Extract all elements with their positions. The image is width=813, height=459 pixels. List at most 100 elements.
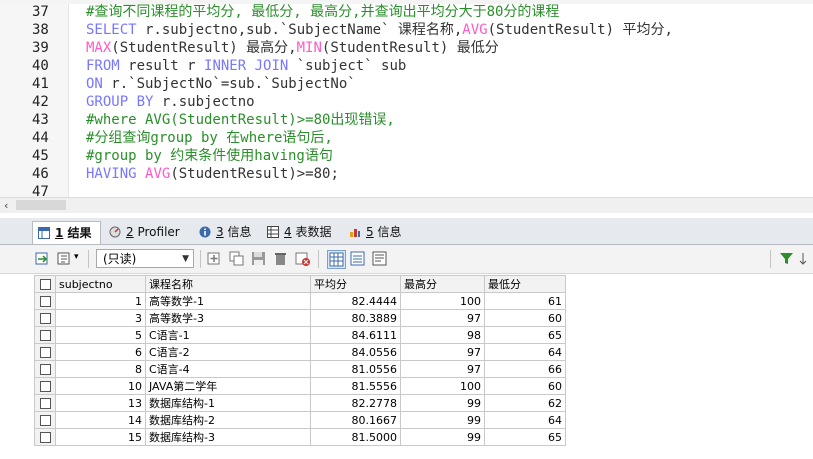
- table-cell[interactable]: 62: [484, 394, 566, 412]
- export-icon[interactable]: [34, 250, 51, 267]
- table-cell[interactable]: 84.0556: [310, 343, 401, 361]
- table-cell[interactable]: 61: [484, 292, 566, 310]
- row-checkbox[interactable]: [34, 292, 56, 310]
- table-cell[interactable]: JAVA第二学年: [145, 377, 311, 395]
- table-cell[interactable]: C语言-2: [145, 343, 311, 361]
- table-row[interactable]: 1 高等数学-1 82.4444 100 61: [34, 292, 566, 310]
- code-line[interactable]: 46 HAVING AVG(StudentResult)>=80;: [0, 165, 813, 183]
- tab-info-2[interactable]: 5 信息: [344, 221, 409, 243]
- tab-table-data[interactable]: 4 表数据: [262, 221, 339, 243]
- column-header[interactable]: 平均分: [310, 275, 401, 293]
- table-cell[interactable]: 100: [400, 292, 485, 310]
- result-grid[interactable]: subjectno 课程名称 平均分 最高分 最低分 1 高等数学-1 82.444…: [34, 275, 566, 446]
- mode-select[interactable]: (只读) ▼: [96, 249, 194, 268]
- table-cell[interactable]: 8: [55, 360, 146, 378]
- cancel-changes-icon[interactable]: [294, 250, 311, 267]
- code-line[interactable]: 38 SELECT r.subjectno,sub.`SubjectName` 课…: [0, 21, 813, 39]
- filter-icon[interactable]: [778, 250, 795, 267]
- code-line[interactable]: 44 #分组查询group by 在where语句后,: [0, 129, 813, 147]
- table-cell[interactable]: 60: [484, 377, 566, 395]
- table-cell[interactable]: 6: [55, 343, 146, 361]
- row-checkbox[interactable]: [34, 411, 56, 429]
- table-cell[interactable]: 14: [55, 411, 146, 429]
- code-line[interactable]: 39 MAX(StudentResult) 最高分,MIN(StudentResu…: [0, 39, 813, 57]
- table-cell[interactable]: 66: [484, 360, 566, 378]
- column-header[interactable]: subjectno: [55, 275, 146, 293]
- table-cell[interactable]: 数据库结构-1: [145, 394, 311, 412]
- table-cell[interactable]: 64: [484, 411, 566, 429]
- select-all-checkbox[interactable]: [34, 275, 56, 293]
- text-view-icon[interactable]: [371, 250, 388, 267]
- add-row-icon[interactable]: [206, 250, 223, 267]
- table-cell[interactable]: 97: [400, 343, 485, 361]
- table-cell[interactable]: C语言-1: [145, 326, 311, 344]
- table-row[interactable]: 8 C语言-4 81.0556 97 66: [34, 360, 566, 378]
- grid-view-icon[interactable]: [327, 250, 346, 269]
- column-header[interactable]: 最低分: [484, 275, 566, 293]
- editor-horizontal-scrollbar[interactable]: ‹: [0, 197, 813, 213]
- code-line[interactable]: 42 GROUP BY r.subjectno: [0, 93, 813, 111]
- table-cell[interactable]: 100: [400, 377, 485, 395]
- table-cell[interactable]: 15: [55, 428, 146, 446]
- row-checkbox[interactable]: [34, 343, 56, 361]
- row-checkbox[interactable]: [34, 360, 56, 378]
- table-row[interactable]: 3 高等数学-3 80.3889 97 60: [34, 309, 566, 327]
- tab-info[interactable]: 3 信息: [194, 221, 259, 243]
- table-cell[interactable]: C语言-4: [145, 360, 311, 378]
- table-cell[interactable]: 65: [484, 428, 566, 446]
- save-icon[interactable]: [250, 250, 267, 267]
- scroll-left-icon[interactable]: ‹: [4, 198, 8, 213]
- table-cell[interactable]: 数据库结构-3: [145, 428, 311, 446]
- row-checkbox[interactable]: [34, 394, 56, 412]
- table-row[interactable]: 15 数据库结构-3 81.5000 99 65: [34, 428, 566, 446]
- table-row[interactable]: 6 C语言-2 84.0556 97 64: [34, 343, 566, 361]
- table-cell[interactable]: 81.5000: [310, 428, 401, 446]
- row-checkbox[interactable]: [34, 326, 56, 344]
- column-header[interactable]: 最高分: [400, 275, 485, 293]
- form-view-icon[interactable]: [349, 250, 366, 267]
- import-icon[interactable]: [56, 250, 73, 267]
- row-checkbox[interactable]: [34, 309, 56, 327]
- table-cell[interactable]: 81.5556: [310, 377, 401, 395]
- table-cell[interactable]: 81.0556: [310, 360, 401, 378]
- tab-result[interactable]: 1 结果: [32, 221, 101, 244]
- tab-profiler[interactable]: 2 Profiler: [104, 221, 188, 243]
- table-cell[interactable]: 5: [55, 326, 146, 344]
- table-cell[interactable]: 82.2778: [310, 394, 401, 412]
- table-cell[interactable]: 99: [400, 428, 485, 446]
- table-cell[interactable]: 1: [55, 292, 146, 310]
- table-cell[interactable]: 60: [484, 309, 566, 327]
- table-cell[interactable]: 99: [400, 411, 485, 429]
- column-header[interactable]: 课程名称: [145, 275, 311, 293]
- table-cell[interactable]: 80.1667: [310, 411, 401, 429]
- sort-icon[interactable]: [798, 250, 813, 267]
- code-line[interactable]: 45 #group by 约束条件使用having语句: [0, 147, 813, 165]
- table-cell[interactable]: 99: [400, 394, 485, 412]
- delete-icon[interactable]: [272, 250, 289, 267]
- code-line[interactable]: 43 #where AVG(StudentResult)>=80出现错误,: [0, 111, 813, 129]
- table-cell[interactable]: 65: [484, 326, 566, 344]
- table-cell[interactable]: 数据库结构-2: [145, 411, 311, 429]
- code-line[interactable]: 41 ON r.`SubjectNo`=sub.`SubjectNo`: [0, 75, 813, 93]
- row-checkbox[interactable]: [34, 377, 56, 395]
- table-cell[interactable]: 10: [55, 377, 146, 395]
- table-cell[interactable]: 3: [55, 309, 146, 327]
- chevron-down-icon[interactable]: ▾: [74, 252, 79, 262]
- table-cell[interactable]: 98: [400, 326, 485, 344]
- table-cell[interactable]: 97: [400, 360, 485, 378]
- table-cell[interactable]: 高等数学-3: [145, 309, 311, 327]
- table-cell[interactable]: 82.4444: [310, 292, 401, 310]
- table-cell[interactable]: 13: [55, 394, 146, 412]
- code-line[interactable]: 37 #查询不同课程的平均分, 最低分, 最高分,并查询出平均分大于80分的课程: [0, 3, 813, 21]
- table-cell[interactable]: 80.3889: [310, 309, 401, 327]
- duplicate-row-icon[interactable]: [228, 250, 245, 267]
- table-row[interactable]: 13 数据库结构-1 82.2778 99 62: [34, 394, 566, 412]
- table-row[interactable]: 10 JAVA第二学年 81.5556 100 60: [34, 377, 566, 395]
- table-cell[interactable]: 64: [484, 343, 566, 361]
- table-cell[interactable]: 高等数学-1: [145, 292, 311, 310]
- scroll-thumb[interactable]: [16, 200, 66, 210]
- code-line[interactable]: 40 FROM result r INNER JOIN `subject` sub: [0, 57, 813, 75]
- row-checkbox[interactable]: [34, 428, 56, 446]
- table-row[interactable]: 5 C语言-1 84.6111 98 65: [34, 326, 566, 344]
- sql-editor[interactable]: 37 #查询不同课程的平均分, 最低分, 最高分,并查询出平均分大于80分的课程 3…: [0, 4, 813, 200]
